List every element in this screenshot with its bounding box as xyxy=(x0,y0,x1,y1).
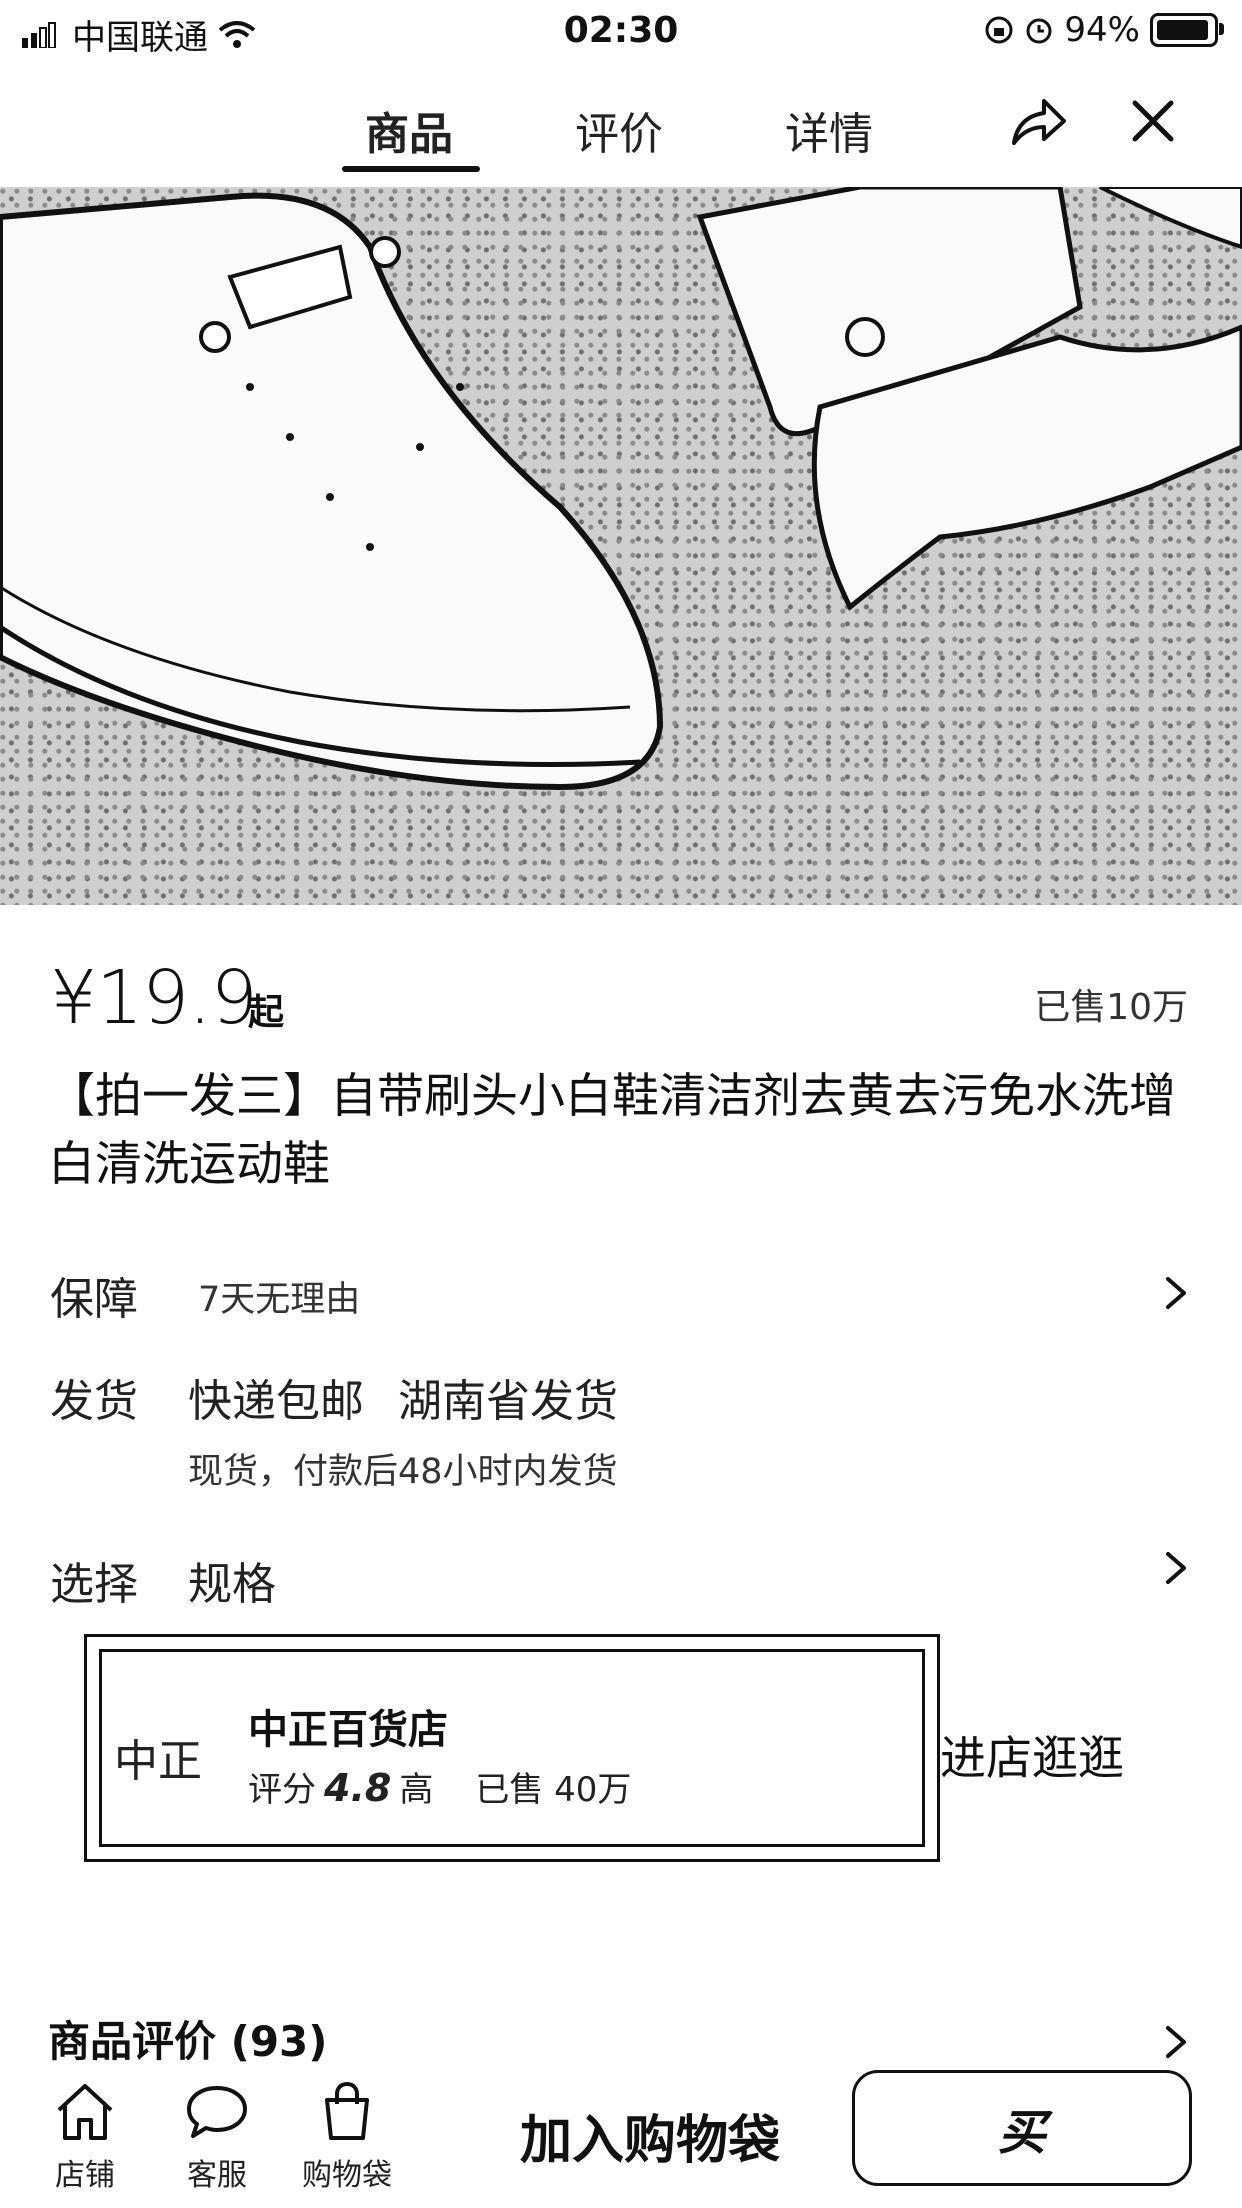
tab-reviews[interactable]: 评价 xyxy=(575,98,663,162)
close-icon xyxy=(1132,100,1174,142)
service-label: 客服 xyxy=(187,2158,247,2193)
top-nav: 商品 评价 详情 xyxy=(0,62,1242,187)
reviews-row[interactable]: 商品评价 (93) xyxy=(0,2000,1242,2066)
shipping-method: 快递包邮 xyxy=(188,1376,364,1427)
sold-count: 已售10万 xyxy=(1034,987,1188,1028)
shop-card[interactable] xyxy=(84,1634,940,1862)
buy-label: 买 xyxy=(997,2105,1046,2161)
chat-icon xyxy=(187,2086,247,2138)
bag-icon xyxy=(325,2081,369,2140)
chevron-right-icon xyxy=(1166,1552,1186,1584)
battery-percent: 94% xyxy=(1064,10,1140,50)
product-image[interactable] xyxy=(0,187,1242,905)
shipping-label: 发货 xyxy=(50,1376,138,1427)
bag-label: 购物袋 xyxy=(302,2158,392,2193)
selection-value: 规格 xyxy=(188,1559,276,1610)
product-price: ¥19.9 xyxy=(50,955,258,1041)
tab-details[interactable]: 详情 xyxy=(785,98,873,162)
status-right: 94% xyxy=(984,10,1224,50)
spec-select-row[interactable]: 选择 规格 xyxy=(0,1540,1242,1620)
store-label: 店铺 xyxy=(55,2158,115,2193)
shipping-row: 发货 快递包邮 湖南省发货 现货，付款后48小时内发货 xyxy=(0,1365,1242,1495)
share-button[interactable] xyxy=(1003,86,1073,156)
buy-button[interactable]: 买 xyxy=(852,2070,1192,2186)
price-suffix: 起 xyxy=(248,992,285,1033)
chevron-right-icon xyxy=(1166,2026,1186,2058)
shop-rating-level: 高 xyxy=(399,1770,434,1810)
bag-button[interactable]: 购物袋 xyxy=(292,2081,402,2194)
alarm-icon xyxy=(1026,18,1052,44)
product-title: 【拍一发三】自带刷头小白鞋清洁剂去黄去污免水洗增白清洗运动鞋 xyxy=(48,1069,1176,1192)
visit-shop-button[interactable]: 进店逛逛 xyxy=(940,1722,1124,1788)
shop-rating-label: 评分 xyxy=(248,1770,316,1810)
battery-icon xyxy=(1150,13,1224,47)
guarantee-label: 保障 xyxy=(50,1274,138,1325)
shop-name: 中正百货店 xyxy=(248,1707,448,1753)
guarantee-row[interactable]: 保障 7天无理由 xyxy=(0,1255,1242,1335)
status-bar: 中国联通 02:30 94% xyxy=(0,0,1242,62)
active-tab-indicator xyxy=(342,166,480,172)
shop-logo: 中正 xyxy=(114,1736,202,1787)
shop-sold: 已售 40万 xyxy=(475,1770,632,1810)
shipping-note: 现货，付款后48小时内发货 xyxy=(188,1452,618,1492)
service-button[interactable]: 客服 xyxy=(162,2082,272,2194)
tab-product[interactable]: 商品 xyxy=(365,98,453,162)
shop-card-inner xyxy=(99,1649,925,1847)
add-to-bag-button[interactable]: 加入购物袋 xyxy=(520,2098,780,2173)
share-icon xyxy=(1012,99,1066,145)
close-button[interactable] xyxy=(1118,86,1188,156)
rotation-lock-icon xyxy=(985,16,1013,44)
shipping-origin: 湖南省发货 xyxy=(398,1376,618,1427)
shop-icon xyxy=(57,2084,113,2140)
store-button[interactable]: 店铺 xyxy=(30,2082,140,2194)
selection-label: 选择 xyxy=(50,1559,138,1610)
chevron-right-icon xyxy=(1166,1277,1186,1309)
shop-meta: 评分 4.8 高 已售 40万 xyxy=(248,1762,631,1811)
bottom-action-bar: 店铺 客服 购物袋 加入购物袋 买 xyxy=(0,2060,1242,2208)
guarantee-value: 7天无理由 xyxy=(198,1280,361,1320)
shop-rating: 4.8 xyxy=(324,1766,392,1810)
